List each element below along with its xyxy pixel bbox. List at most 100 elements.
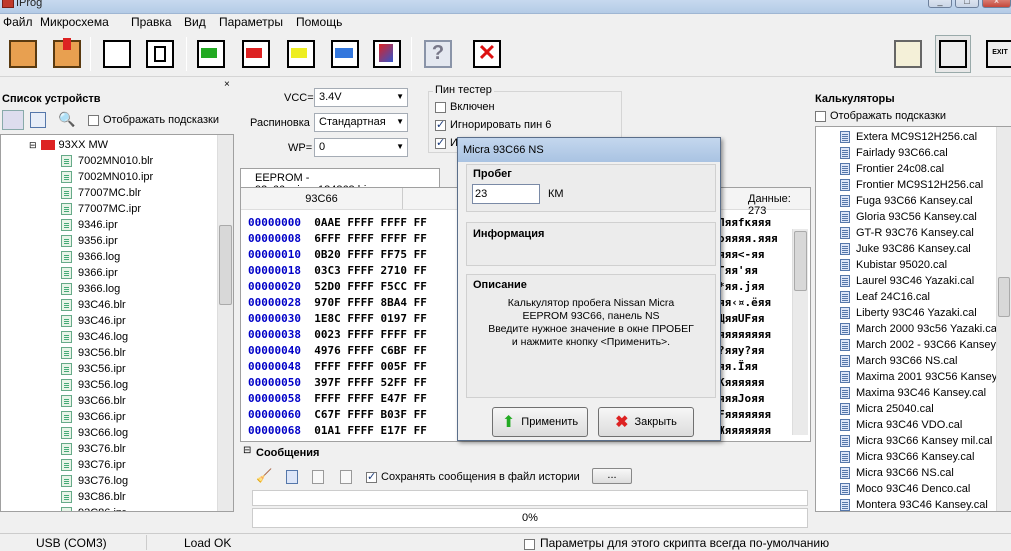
notepad-icon[interactable] <box>890 35 926 73</box>
ascii-values[interactable]: Кяяяяяя <box>718 376 764 389</box>
calculator-item[interactable]: Liberty 93C46 Yazaki.cal <box>840 305 977 321</box>
calculator-item[interactable]: Maxima 2001 93C56 Kansey.cal <box>840 369 1010 385</box>
calc-hints-checkbox[interactable] <box>815 110 826 122</box>
device-tree-scrollbar[interactable] <box>217 135 233 511</box>
ascii-values[interactable]: Жяяяяяяя <box>718 424 771 437</box>
device-item[interactable]: 93C76.log <box>61 473 128 489</box>
calculator-item[interactable]: March 2000 93c56 Yazaki.cal <box>840 321 999 337</box>
ascii-values[interactable]: ?яяу?яя <box>718 344 764 357</box>
device-item[interactable]: 7002MN010.ipr <box>61 169 153 185</box>
ascii-values[interactable]: Гяя'яя <box>718 264 758 277</box>
read-icon[interactable] <box>193 35 229 73</box>
menu-view[interactable]: Вид <box>184 15 206 29</box>
ascii-values[interactable]: *яя.јяя <box>718 280 764 293</box>
wp-select[interactable]: 0 <box>314 138 408 157</box>
default-params-checkbox[interactable] <box>524 539 535 551</box>
open-folder-icon[interactable] <box>5 35 41 73</box>
stop-icon[interactable]: ✕ <box>469 35 505 73</box>
hex-values[interactable]: FFFF FFFF 005F FF <box>314 360 427 373</box>
ascii-values[interactable]: яяяяяяяя <box>718 328 771 341</box>
device-item[interactable]: 93C76.ipr <box>61 457 126 473</box>
calculator-item[interactable]: Frontier 24c08.cal <box>840 161 944 177</box>
ascii-values[interactable]: яя.Їяя <box>718 360 758 373</box>
device-item[interactable]: 93C66.blr <box>61 393 126 409</box>
hex-scrollbar[interactable] <box>792 229 808 435</box>
calculator-item[interactable]: March 2002 - 93C66 Kansey.cal <box>840 337 1010 353</box>
hex-row[interactable]: 00000040 4976 FFFF C6BF FF <box>248 344 427 360</box>
more-button[interactable]: ... <box>592 468 632 484</box>
save-log-icon[interactable] <box>286 470 298 484</box>
calculator-item[interactable]: Kubistar 95020.cal <box>840 257 947 273</box>
hex-values[interactable]: 03C3 FFFF 2710 FF <box>314 264 427 277</box>
copy-icon[interactable] <box>99 35 135 73</box>
verify-icon[interactable] <box>283 35 319 73</box>
hex-row[interactable]: 00000058 FFFF FFFF E47F FF <box>248 392 427 408</box>
device-item[interactable]: 93C56.log <box>61 377 128 393</box>
hex-values[interactable]: 1E8C FFFF 0197 FF <box>314 312 427 325</box>
maximize-button[interactable]: □ <box>955 0 979 8</box>
menu-chip[interactable]: Микросхема <box>40 15 109 29</box>
hex-row[interactable]: 00000010 0B20 FFFF FF75 FF <box>248 248 427 264</box>
hex-values[interactable]: 0023 FFFF FFFF FF <box>314 328 427 341</box>
menu-params[interactable]: Параметры <box>219 15 283 29</box>
device-item[interactable]: 93C56.blr <box>61 345 126 361</box>
device-item[interactable]: 9366.ipr <box>61 265 118 281</box>
chip-icon[interactable] <box>142 35 178 73</box>
vcc-select[interactable]: 3.4V <box>314 88 408 107</box>
menu-edit[interactable]: Правка <box>131 15 172 29</box>
hex-values[interactable]: 0AAE FFFF FFFF FF <box>314 216 427 229</box>
calculator-item[interactable]: Gloria 93C56 Kansey.cal <box>840 209 977 225</box>
ascii-values[interactable]: Ляяfкяяя <box>718 216 771 229</box>
device-item[interactable]: 93C56.ipr <box>61 361 126 377</box>
hex-row[interactable]: 00000028 970F FFFF 8BA4 FF <box>248 296 427 312</box>
hex-values[interactable]: FFFF FFFF E47F FF <box>314 392 427 405</box>
minimize-button[interactable]: _ <box>928 0 952 8</box>
print-log-icon[interactable] <box>340 470 352 484</box>
help-icon[interactable]: ? <box>420 35 456 73</box>
save-folder-icon[interactable] <box>49 35 85 73</box>
hex-values[interactable]: 970F FFFF 8BA4 FF <box>314 296 427 309</box>
calculator-item[interactable]: March 93C66 NS.cal <box>840 353 958 369</box>
tab-eeprom[interactable]: EEPROM - 93c66.micra.184868.bin <box>240 168 440 196</box>
show-hints-checkbox[interactable] <box>88 114 99 126</box>
calculator-item[interactable]: Fuga 93C66 Kansey.cal <box>840 193 973 209</box>
hex-values[interactable]: 0B20 FFFF FF75 FF <box>314 248 427 261</box>
calc-scrollbar[interactable] <box>996 127 1011 511</box>
calculator-item[interactable]: Micra 25040.cal <box>840 401 934 417</box>
device-item[interactable]: 7002MN010.blr <box>61 153 153 169</box>
edit-icon[interactable] <box>369 35 405 73</box>
device-item[interactable]: 93C46.ipr <box>61 313 126 329</box>
hex-values[interactable]: 397F FFFF 52FF FF <box>314 376 427 389</box>
save-history-checkbox[interactable] <box>366 470 377 483</box>
close-window-button[interactable]: × <box>982 0 1011 8</box>
write-icon[interactable] <box>238 35 274 73</box>
device-item[interactable]: 93C46.log <box>61 329 128 345</box>
device-item[interactable]: 77007MC.blr <box>61 185 141 201</box>
hex-row[interactable]: 00000000 0AAE FFFF FFFF FF <box>248 216 427 232</box>
search-icon[interactable]: 🔍 <box>58 111 75 128</box>
device-item[interactable]: 93C86.ipr <box>61 505 126 511</box>
ascii-values[interactable]: яяяJояя <box>718 392 764 405</box>
tree-root[interactable]: ⊟ 93XX MW <box>29 137 108 153</box>
device-item[interactable]: 9366.log <box>61 249 120 265</box>
calculator-item[interactable]: Frontier MC9S12H256.cal <box>840 177 983 193</box>
calculator-item[interactable]: Extera MC9S12H256.cal <box>840 129 977 145</box>
hex-row[interactable]: 00000060 C67F FFFF B03F FF <box>248 408 427 424</box>
ascii-values[interactable]: ояяяя.яяя <box>718 232 778 245</box>
hex-row[interactable]: 00000008 6FFF FFFF FFFF FF <box>248 232 427 248</box>
hex-row[interactable]: 00000018 03C3 FFFF 2710 FF <box>248 264 427 280</box>
device-item[interactable]: 9366.log <box>61 281 120 297</box>
calculator-item[interactable]: Micra 93C66 Kansey mil.cal <box>840 433 992 449</box>
close-button[interactable]: ✖ Закрыть <box>598 407 694 437</box>
hex-values[interactable]: 52D0 FFFF F5CC FF <box>314 280 427 293</box>
hex-row[interactable]: 00000030 1E8C FFFF 0197 FF <box>248 312 427 328</box>
ignore-other-checkbox[interactable] <box>435 136 446 149</box>
hex-row[interactable]: 00000020 52D0 FFFF F5CC FF <box>248 280 427 296</box>
close-panel-icon[interactable]: × <box>224 79 230 90</box>
exit-icon[interactable]: EXIT <box>982 35 1011 73</box>
calculator-item[interactable]: Micra 93C46 VDO.cal <box>840 417 962 433</box>
mileage-input[interactable]: 23 <box>472 184 540 204</box>
ascii-values[interactable]: ЩяяUFяя <box>718 312 764 325</box>
calculator-item[interactable]: Leaf 24C16.cal <box>840 289 930 305</box>
ascii-values[interactable]: яя‹¤.ёяя <box>718 296 771 309</box>
